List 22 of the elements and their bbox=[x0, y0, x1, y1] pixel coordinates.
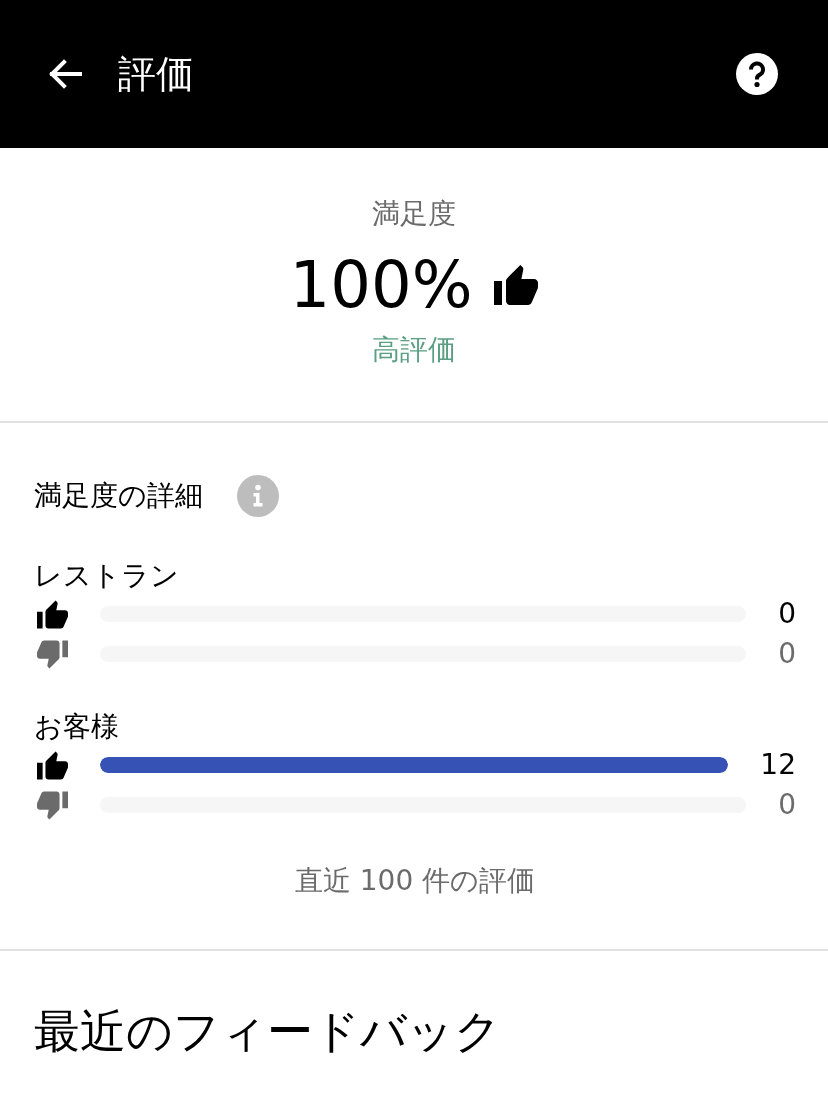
section-title: 満足度の詳細 bbox=[34, 478, 203, 514]
rating-count: 0 bbox=[778, 636, 796, 672]
thumbs-up-icon bbox=[37, 749, 68, 781]
thumbs-down-icon bbox=[37, 638, 68, 670]
rating-count: 0 bbox=[778, 596, 796, 632]
satisfaction-percentage: 100% bbox=[289, 247, 473, 324]
thumbs-down-icon bbox=[37, 789, 68, 821]
rating-count: 0 bbox=[778, 787, 796, 823]
group-label: お客様 bbox=[34, 709, 119, 745]
help-icon bbox=[736, 53, 778, 95]
satisfaction-label: 満足度 bbox=[372, 196, 456, 232]
rating-count: 12 bbox=[760, 747, 796, 783]
window-title: 評価 bbox=[118, 51, 194, 98]
help-button[interactable] bbox=[736, 53, 778, 95]
info-icon bbox=[237, 475, 279, 517]
back-arrow-icon bbox=[48, 59, 82, 89]
rating-label: 高評価 bbox=[372, 332, 456, 368]
group-label: レストラン bbox=[34, 558, 179, 594]
footnote: 直近 100 件の評価 bbox=[294, 863, 536, 899]
thumbs-up-icon bbox=[37, 598, 68, 630]
thumbs-up-icon bbox=[494, 263, 539, 307]
feedback-heading: 最近のフィードバック bbox=[34, 1003, 501, 1060]
